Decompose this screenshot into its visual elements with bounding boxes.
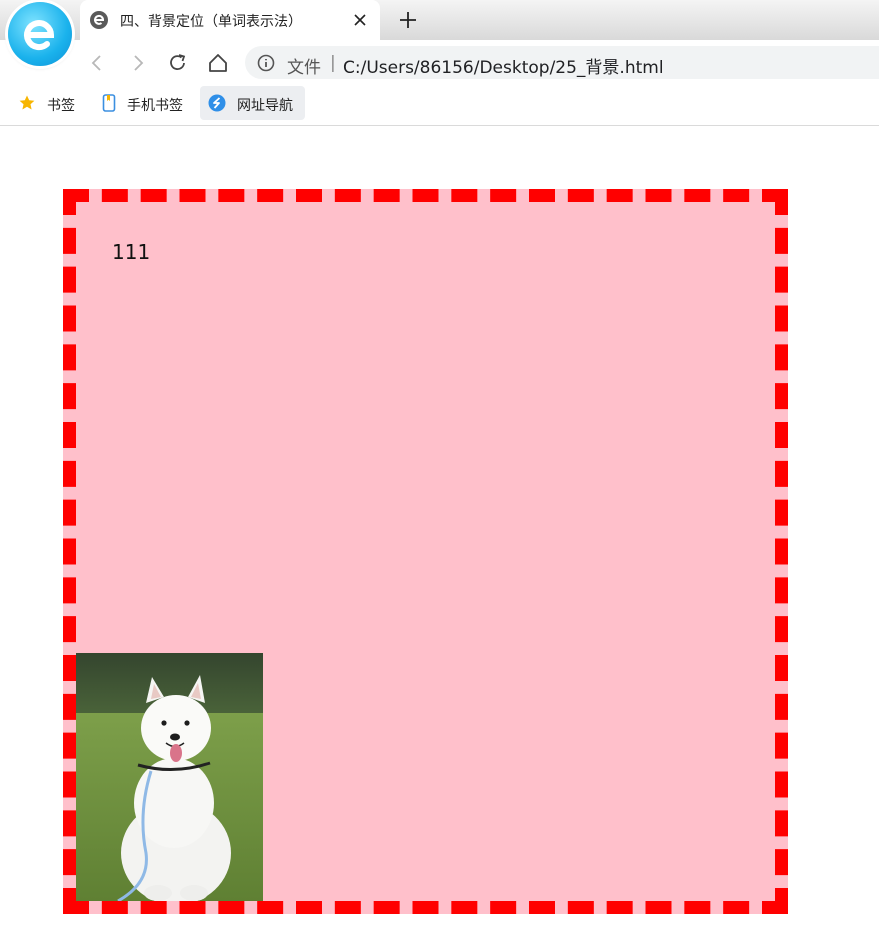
box-text: 111 — [112, 240, 151, 264]
url-text[interactable]: C:/Users/86156/Desktop/25_背景.html — [343, 53, 664, 78]
active-tab[interactable]: 四、背景定位（单词表示法） — [80, 0, 380, 40]
bookmark-label: 网址导航 — [237, 98, 293, 114]
bookmark-item-navigation[interactable]: 网址导航 — [200, 86, 305, 120]
site-favicon-icon — [90, 11, 108, 29]
site-info-icon[interactable] — [257, 54, 275, 72]
samoyed-dog-image — [76, 653, 263, 901]
bookmark-item-mobile[interactable]: 手机书签 — [92, 86, 194, 120]
url-separator: | — [330, 53, 336, 73]
bookmark-item-bookmarks[interactable]: 书签 — [10, 86, 85, 120]
navigation-icon — [208, 94, 226, 112]
background-demo-box: 111 — [63, 189, 788, 914]
reload-icon[interactable] — [167, 52, 189, 74]
close-tab-icon[interactable] — [350, 10, 370, 30]
back-icon[interactable] — [86, 52, 108, 74]
bookmark-label: 书签 — [47, 98, 75, 114]
star-icon — [18, 94, 36, 112]
new-tab-icon[interactable] — [396, 8, 420, 32]
forward-icon[interactable] — [127, 52, 149, 74]
bookmark-label: 手机书签 — [127, 98, 183, 114]
bookmarks-bar: 书签 手机书签 网址导航 — [0, 84, 879, 126]
tab-strip: 四、背景定位（单词表示法） — [0, 0, 879, 40]
phone-bookmark-icon — [100, 94, 118, 112]
tab-title: 四、背景定位（单词表示法） — [120, 14, 302, 30]
address-bar[interactable]: 文件 | C:/Users/86156/Desktop/25_背景.html — [245, 46, 879, 79]
toolbar: 文件 | C:/Users/86156/Desktop/25_背景.html — [0, 40, 879, 84]
home-icon[interactable] — [207, 52, 229, 74]
scheme-label: 文件 — [287, 58, 321, 78]
browser-logo-icon[interactable] — [8, 2, 72, 66]
